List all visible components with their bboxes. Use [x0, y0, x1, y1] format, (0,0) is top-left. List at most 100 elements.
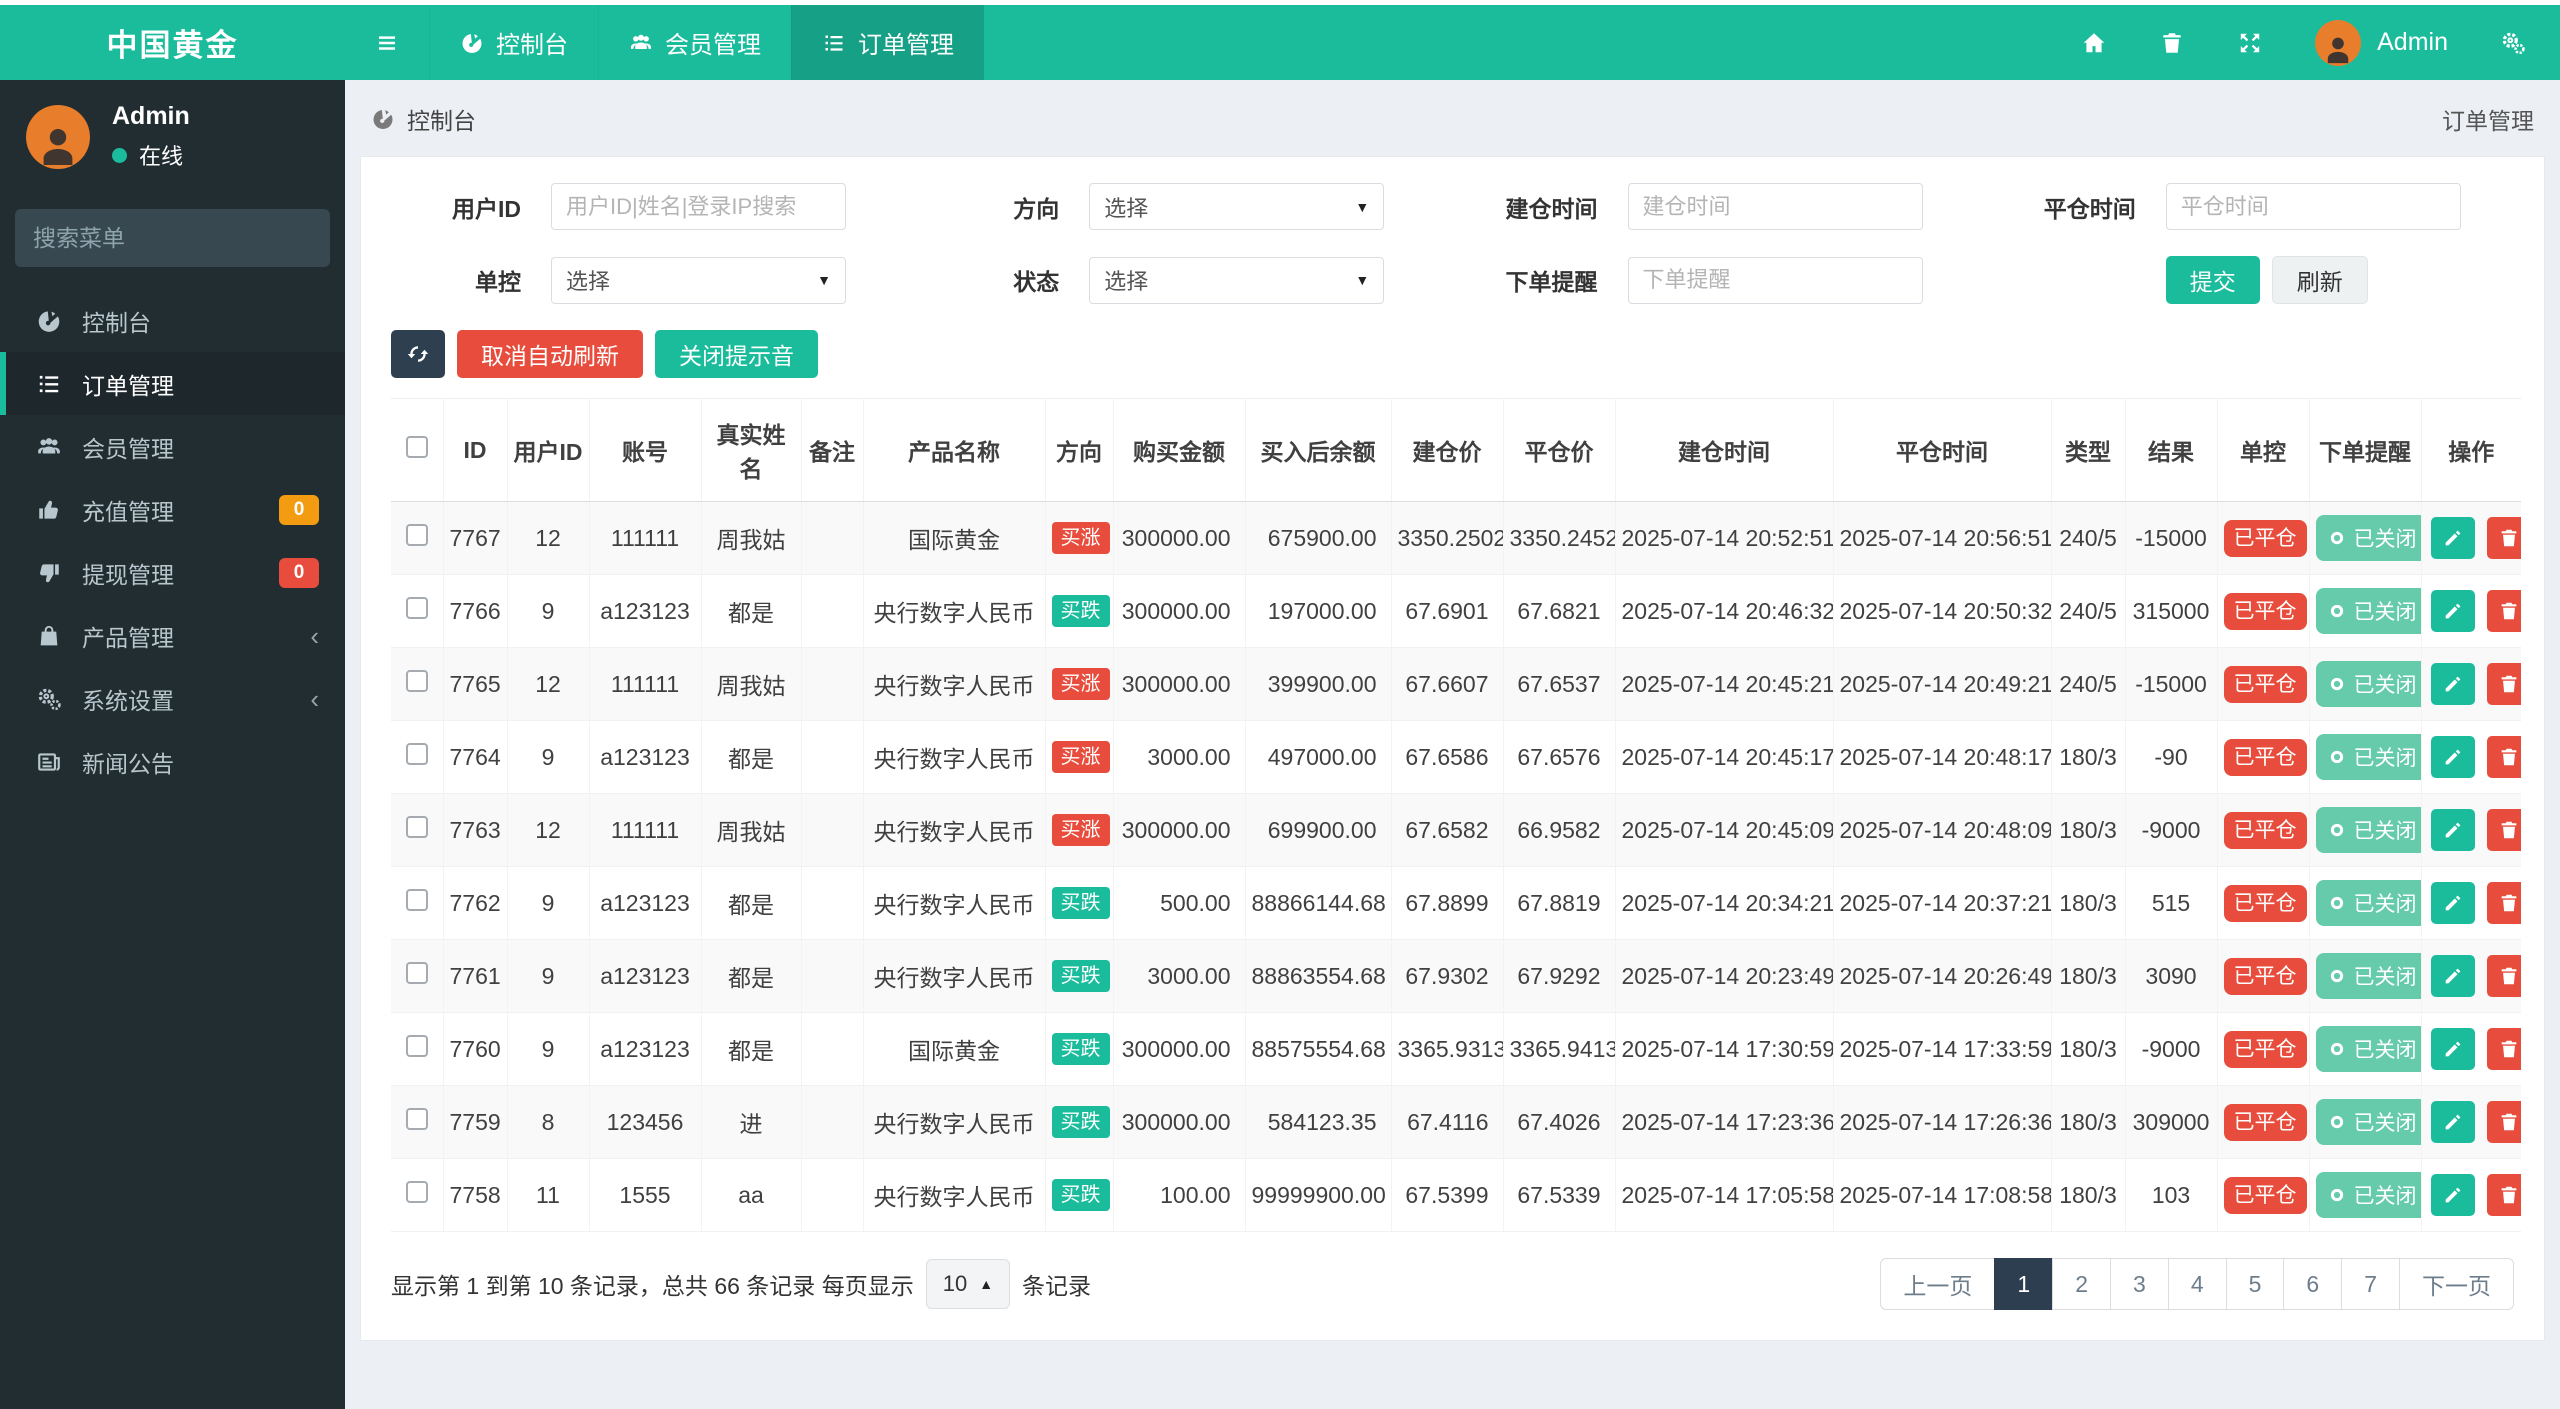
- page-next-button[interactable]: 下一页: [2399, 1258, 2514, 1310]
- reminder-button[interactable]: 已关闭: [2315, 515, 2420, 561]
- close-time-input[interactable]: [2165, 183, 2461, 230]
- direction-badge: 买涨: [1051, 522, 1110, 554]
- user-id-input[interactable]: [551, 183, 846, 230]
- page-prev-button[interactable]: 上一页: [1880, 1258, 1996, 1310]
- edit-button[interactable]: [2430, 1101, 2475, 1143]
- trash-icon[interactable]: [2159, 30, 2185, 56]
- delete-button[interactable]: [2486, 1101, 2521, 1143]
- withdraw-count-badge: 0: [279, 557, 319, 588]
- direction-select[interactable]: 选择 ▼: [1089, 183, 1385, 230]
- edit-button[interactable]: [2430, 736, 2475, 778]
- delete-button[interactable]: [2486, 663, 2521, 705]
- row-checkbox[interactable]: [405, 962, 428, 984]
- cell-real-name: 都是: [701, 574, 802, 648]
- cell-product: 央行数字人民币: [863, 793, 1046, 867]
- delete-button[interactable]: [2486, 736, 2521, 778]
- sidebar-item-dashboard[interactable]: 控制台: [0, 289, 345, 352]
- delete-button[interactable]: [2486, 517, 2521, 559]
- row-checkbox[interactable]: [405, 743, 428, 765]
- reminder-button[interactable]: 已关闭: [2315, 1026, 2420, 1072]
- sidebar-item-news[interactable]: 新闻公告: [0, 730, 345, 793]
- tab-orders[interactable]: 订单管理: [791, 5, 984, 80]
- cancel-auto-refresh-button[interactable]: 取消自动刷新: [457, 330, 643, 378]
- mute-sound-button[interactable]: 关闭提示音: [655, 330, 818, 378]
- edit-button[interactable]: [2430, 663, 2475, 705]
- submit-button[interactable]: 提交: [2165, 256, 2260, 304]
- sidebar-item-members[interactable]: 会员管理: [0, 415, 345, 478]
- page-button-7[interactable]: 7: [2341, 1258, 2400, 1310]
- row-checkbox[interactable]: [405, 597, 428, 619]
- reload-table-button[interactable]: [391, 330, 445, 378]
- sidebar-item-withdraw[interactable]: 提现管理 0: [0, 541, 345, 604]
- cell-type: 240/5: [2051, 574, 2126, 648]
- reminder-button[interactable]: 已关闭: [2315, 1172, 2420, 1218]
- open-time-input[interactable]: [1627, 183, 1923, 230]
- edit-button[interactable]: [2430, 1028, 2475, 1070]
- reminder-button[interactable]: 已关闭: [2315, 953, 2420, 999]
- cell-open-time: 2025-07-14 20:45:21: [1615, 647, 1834, 721]
- cell-result: -15000: [2125, 647, 2218, 721]
- reminder-button[interactable]: 已关闭: [2315, 807, 2420, 853]
- row-checkbox[interactable]: [405, 1035, 428, 1057]
- row-checkbox[interactable]: [405, 670, 428, 692]
- records-info: 显示第 1 到第 10 条记录，总共 66 条记录 每页显示 10 ▲ 条记录: [391, 1259, 1091, 1309]
- breadcrumb[interactable]: 控制台: [371, 102, 476, 136]
- row-checkbox[interactable]: [405, 1181, 428, 1203]
- reminder-button[interactable]: 已关闭: [2315, 588, 2420, 634]
- col-reminder: 下单提醒: [2309, 398, 2422, 502]
- delete-button[interactable]: [2486, 882, 2521, 924]
- tab-dashboard[interactable]: 控制台: [429, 5, 598, 80]
- cell-select: [391, 939, 444, 1013]
- edit-button[interactable]: [2430, 517, 2475, 559]
- row-checkbox[interactable]: [405, 889, 428, 911]
- page-button-3[interactable]: 3: [2110, 1258, 2169, 1310]
- home-icon[interactable]: [2081, 30, 2107, 56]
- page-button-4[interactable]: 4: [2167, 1258, 2227, 1310]
- reminder-input[interactable]: [1627, 256, 1923, 304]
- page-button-5[interactable]: 5: [2225, 1258, 2285, 1310]
- row-checkbox[interactable]: [405, 816, 428, 838]
- fullscreen-icon[interactable]: [2237, 30, 2263, 56]
- sidebar-item-settings[interactable]: 系统设置 ‹: [0, 667, 345, 730]
- status-label: 在线: [139, 144, 184, 169]
- delete-button[interactable]: [2486, 809, 2521, 851]
- edit-button[interactable]: [2430, 809, 2475, 851]
- reminder-button[interactable]: 已关闭: [2315, 1099, 2420, 1145]
- cell-real-name: aa: [701, 1158, 802, 1232]
- page-button-6[interactable]: 6: [2283, 1258, 2343, 1310]
- reminder-button[interactable]: 已关闭: [2315, 880, 2420, 926]
- sidebar-item-recharge[interactable]: 充值管理 0: [0, 478, 345, 541]
- refresh-button[interactable]: 刷新: [2271, 256, 2368, 304]
- cell-account: a123123: [589, 939, 702, 1013]
- sidebar-search-input[interactable]: [33, 224, 329, 252]
- row-checkbox[interactable]: [405, 1108, 428, 1130]
- delete-button[interactable]: [2486, 1174, 2521, 1216]
- delete-button[interactable]: [2486, 955, 2521, 997]
- sidebar-toggle-button[interactable]: [345, 5, 429, 80]
- user-menu[interactable]: Admin: [2315, 19, 2448, 66]
- cell-open-price: 67.5399: [1391, 1158, 1504, 1232]
- reminder-button[interactable]: 已关闭: [2315, 734, 2420, 780]
- row-checkbox[interactable]: [405, 524, 428, 546]
- edit-button[interactable]: [2430, 882, 2475, 924]
- brand-logo[interactable]: 中国黄金: [0, 5, 345, 80]
- sidebar-item-orders[interactable]: 订单管理: [0, 352, 345, 415]
- sidebar-item-label: 订单管理: [82, 372, 174, 399]
- edit-button[interactable]: [2430, 955, 2475, 997]
- cell-close-time: 2025-07-14 20:49:21: [1833, 647, 2052, 721]
- select-all-checkbox[interactable]: [405, 436, 428, 458]
- settings-gears-icon[interactable]: [2500, 30, 2526, 56]
- edit-button[interactable]: [2430, 590, 2475, 632]
- delete-button[interactable]: [2486, 590, 2521, 632]
- tab-members[interactable]: 会员管理: [598, 5, 791, 80]
- records-info-prefix: 显示第 1 到第 10 条记录，总共 66 条记录 每页显示: [391, 1273, 914, 1299]
- reminder-button[interactable]: 已关闭: [2315, 661, 2420, 707]
- delete-button[interactable]: [2486, 1028, 2521, 1070]
- page-button-1[interactable]: 1: [1994, 1258, 2054, 1310]
- sidebar-item-products[interactable]: 产品管理 ‹: [0, 604, 345, 667]
- edit-button[interactable]: [2430, 1174, 2475, 1216]
- control-select[interactable]: 选择 ▼: [551, 256, 846, 304]
- status-select[interactable]: 选择 ▼: [1089, 256, 1385, 304]
- page-size-select[interactable]: 10 ▲: [925, 1259, 1011, 1309]
- page-button-2[interactable]: 2: [2052, 1258, 2112, 1310]
